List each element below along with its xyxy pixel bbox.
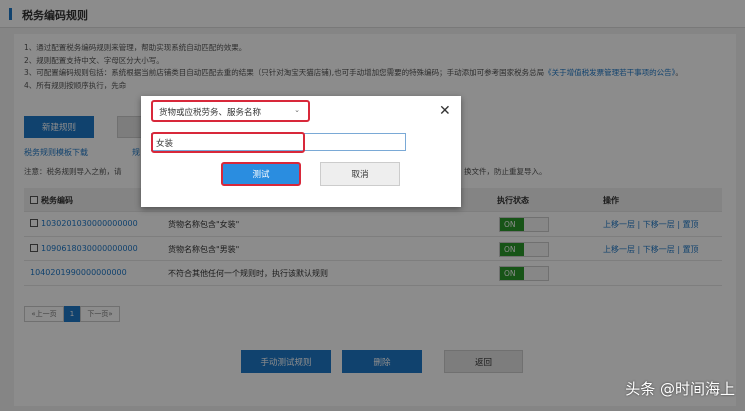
field-select[interactable]: 货物或应税劳务、服务名称 ⌄: [151, 100, 310, 122]
cancel-button[interactable]: 取消: [320, 162, 400, 186]
chevron-down-icon: ⌄: [294, 106, 300, 114]
test-button[interactable]: 测试: [221, 162, 301, 186]
test-input-value[interactable]: 女装: [151, 132, 305, 153]
close-icon[interactable]: ✕: [439, 103, 451, 119]
watermark: 头条 @时间海上: [625, 380, 735, 398]
test-rule-dialog: 货物或应税劳务、服务名称 ⌄ ✕ 女装 测试 取消: [141, 96, 461, 207]
select-value: 货物或应税劳务、服务名称: [159, 108, 262, 118]
